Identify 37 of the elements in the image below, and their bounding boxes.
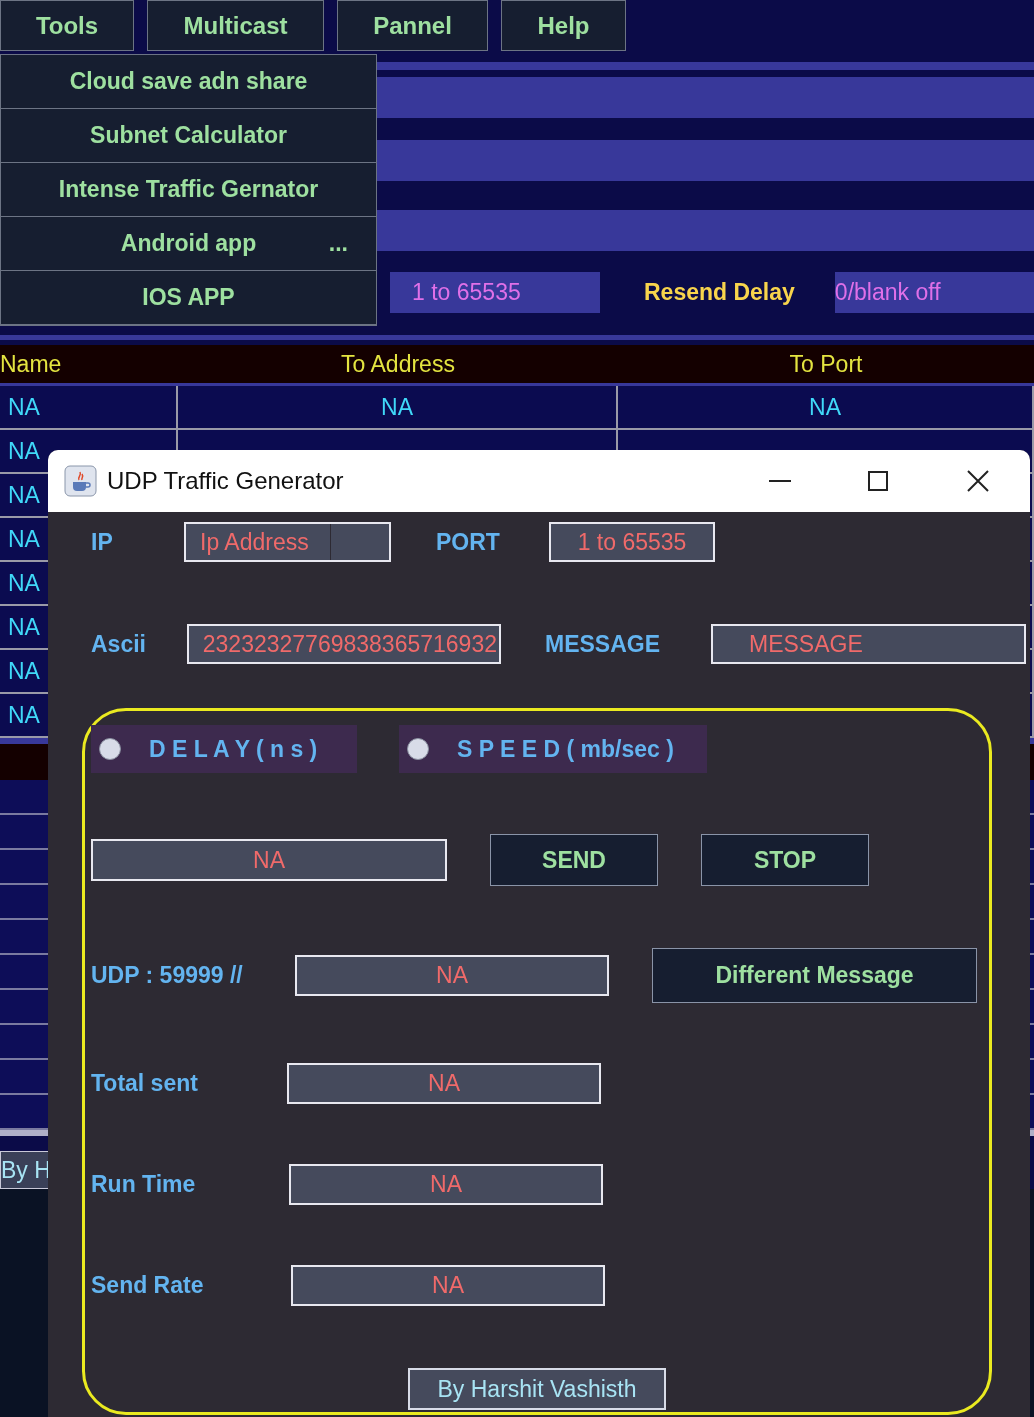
action-button[interactable]: SEND: [490, 834, 658, 886]
menu-item[interactable]: Intense Traffic Gernator: [1, 163, 376, 217]
close-icon[interactable]: [967, 470, 989, 492]
menu-tab[interactable]: Tools: [0, 0, 134, 51]
field-label: UDP : 59999 //: [91, 961, 244, 991]
maximize-icon[interactable]: [868, 471, 888, 491]
field-label: PORT: [436, 527, 501, 557]
menu-item[interactable]: Subnet Calculator: [1, 109, 376, 163]
radio-button[interactable]: [407, 738, 429, 760]
resend-delay-label: Resend Delay: [644, 278, 795, 308]
menu-tab[interactable]: Multicast: [147, 0, 324, 51]
menu-item[interactable]: Android app ...: [1, 217, 376, 271]
field-label: Run Time: [91, 1170, 197, 1200]
more-indicator: ...: [328, 229, 348, 259]
menu-item[interactable]: IOS APP: [1, 271, 376, 325]
table-cell: NA: [178, 386, 618, 428]
port-field[interactable]: 1 to 65535: [390, 272, 600, 313]
column-header: To Address: [341, 349, 455, 379]
column-header: To Port: [789, 349, 863, 379]
coffee-cup-icon: [64, 465, 97, 497]
column-header: Name: [0, 349, 62, 379]
field-label: Total sent: [91, 1069, 199, 1099]
field-label: IP: [91, 527, 114, 557]
action-button[interactable]: Different Message: [652, 948, 977, 1003]
action-button[interactable]: STOP: [701, 834, 869, 886]
field-label: Send Rate: [91, 1271, 205, 1301]
field-label: MESSAGE: [545, 629, 662, 659]
menu-tab[interactable]: Help: [501, 0, 626, 51]
credit-button[interactable]: By Harshit Vashisth: [408, 1368, 666, 1410]
radio-button[interactable]: [99, 738, 121, 760]
resend-delay-field[interactable]: 0/blank off: [834, 272, 1034, 313]
radio-option[interactable]: S P E E D ( mb/sec ): [399, 725, 707, 773]
table-cell: NA: [0, 386, 178, 428]
table-cell: NA: [618, 386, 1034, 428]
radio-option[interactable]: D E L A Y ( n s ): [91, 725, 357, 773]
menu-tab[interactable]: Pannel: [337, 0, 488, 51]
menu-item[interactable]: Cloud save adn share: [1, 55, 376, 109]
